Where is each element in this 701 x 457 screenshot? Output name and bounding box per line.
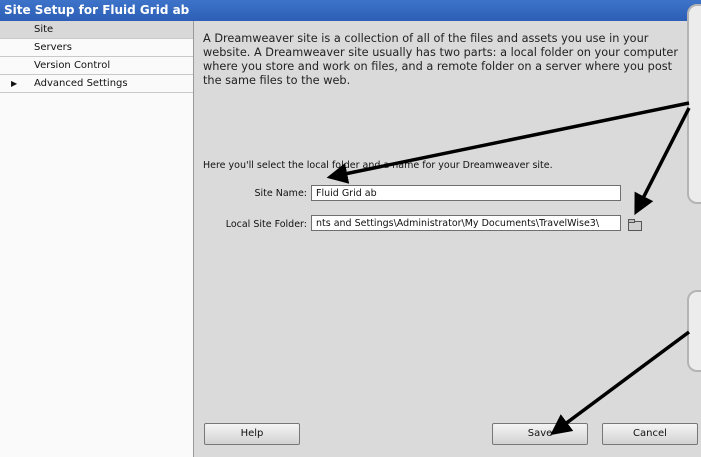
annotation-arrows	[326, 101, 691, 436]
arrow-to-folder-icon	[634, 107, 691, 216]
arrow-to-site-name	[326, 101, 690, 184]
arrow-to-save-button	[550, 330, 691, 436]
